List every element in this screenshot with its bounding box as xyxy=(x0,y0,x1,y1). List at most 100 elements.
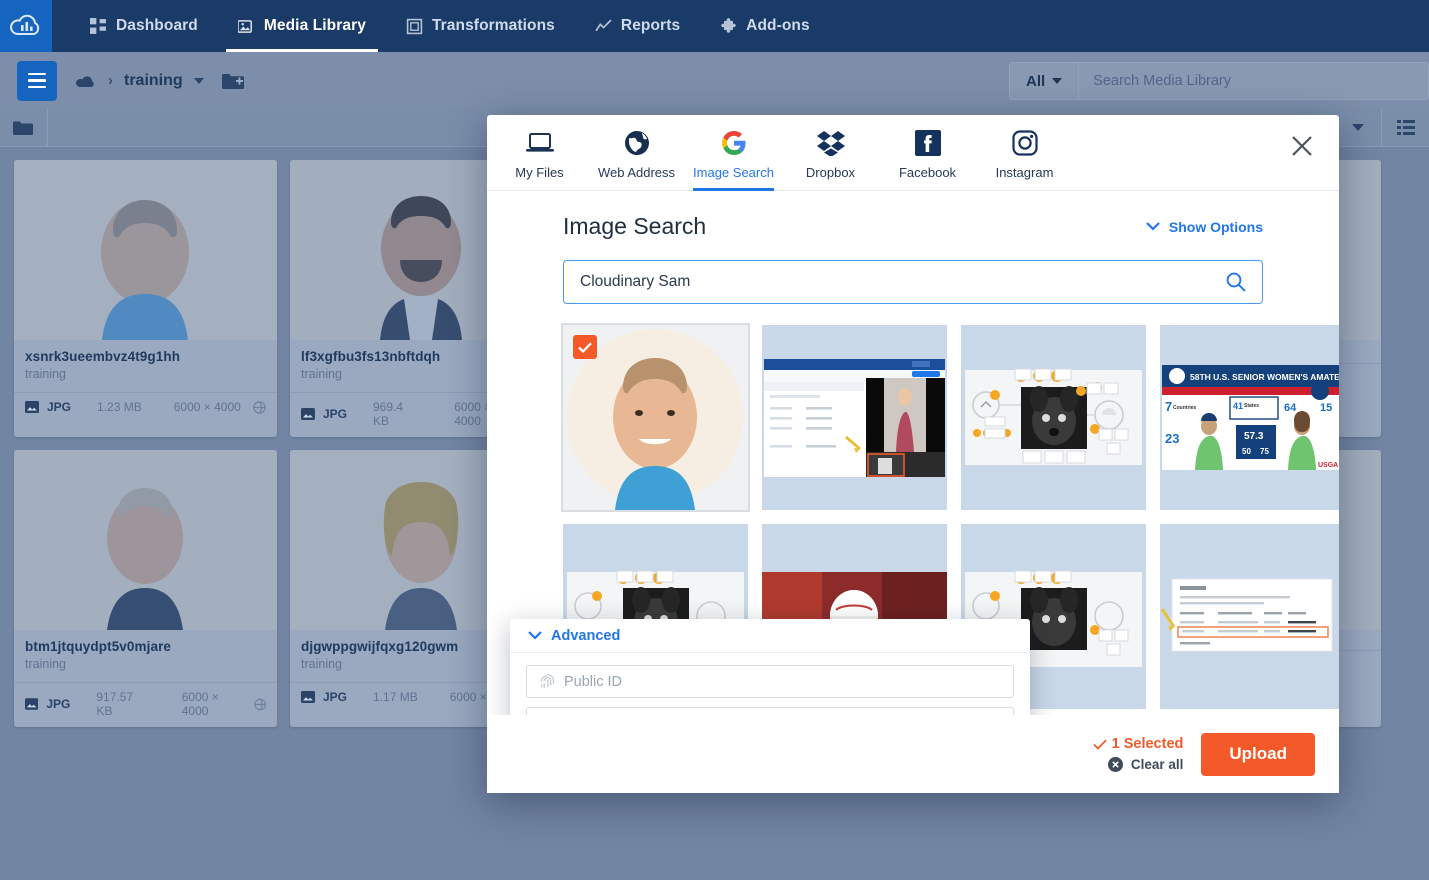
result-document-email xyxy=(1160,524,1339,709)
top-nav-items: Dashboard Media Library Transformations xyxy=(52,0,830,52)
asset-thumbnail xyxy=(14,160,277,340)
globe-icon[interactable] xyxy=(254,698,266,711)
search-scope-label: All xyxy=(1026,73,1045,90)
folder-icon[interactable] xyxy=(13,120,33,136)
tab-image-search[interactable]: Image Search xyxy=(685,129,782,190)
photos-icon xyxy=(238,18,255,35)
asset-title: btm1jtquydpt5v0mjare xyxy=(25,639,266,654)
search-input[interactable] xyxy=(1079,63,1428,99)
search-icon[interactable] xyxy=(1226,272,1246,292)
nav-item-dashboard[interactable]: Dashboard xyxy=(70,0,218,52)
hamburger-icon[interactable] xyxy=(17,61,57,101)
asset-size: 1.23 MB xyxy=(97,400,142,414)
result-diagram-dog xyxy=(961,325,1146,510)
modal-footer: 1 Selected Clear all Upload xyxy=(487,715,1339,793)
tab-web-address[interactable]: Web Address xyxy=(588,129,685,190)
tag-chip[interactable]: faceLabel:Sam Brace ✕ xyxy=(564,715,724,716)
breadcrumb: › training xyxy=(75,72,204,90)
search-result-item[interactable]: 58TH U.S. SENIOR WOMEN'S AMATEUR 7 Count… xyxy=(1160,325,1339,510)
breadcrumb-separator: › xyxy=(108,72,113,89)
advanced-toggle[interactable]: Advanced xyxy=(510,619,1030,653)
image-search-input[interactable] xyxy=(580,273,1226,291)
search-scope-dropdown[interactable]: All xyxy=(1010,63,1079,99)
svg-text:States: States xyxy=(1244,403,1259,409)
sort-dropdown-button[interactable] xyxy=(1335,109,1381,146)
svg-text:57.3: 57.3 xyxy=(1244,431,1264,442)
show-options-toggle[interactable]: Show Options xyxy=(1146,219,1263,235)
globe-icon xyxy=(623,129,651,157)
breadcrumb-folder[interactable]: training xyxy=(124,72,183,90)
nav-item-transformations[interactable]: Transformations xyxy=(386,0,575,52)
svg-text:41: 41 xyxy=(1233,401,1243,411)
nav-item-add-ons[interactable]: Add-ons xyxy=(700,0,830,52)
selected-count-label: 1 Selected xyxy=(1112,736,1184,752)
result-screenshot-media-library xyxy=(762,325,947,510)
image-file-icon xyxy=(25,401,39,413)
advanced-options-panel: Advanced xyxy=(510,619,1030,715)
new-folder-icon[interactable] xyxy=(221,71,245,91)
chevron-down-icon xyxy=(528,631,542,640)
tab-instagram[interactable]: Instagram xyxy=(976,129,1073,190)
asset-thumbnail xyxy=(14,450,277,630)
close-circle-icon xyxy=(1108,757,1123,772)
search-result-item[interactable] xyxy=(762,325,947,510)
asset-format: JPG xyxy=(46,697,70,711)
media-library-search: All xyxy=(1009,62,1429,100)
image-file-icon xyxy=(301,408,315,420)
cloudinary-logo[interactable] xyxy=(0,0,52,52)
tab-label: Web Address xyxy=(598,165,675,180)
tab-label: My Files xyxy=(515,165,563,180)
nav-item-reports[interactable]: Reports xyxy=(575,0,700,52)
asset-size: 969.4 KB xyxy=(373,400,422,428)
list-view-button[interactable] xyxy=(1381,109,1429,146)
image-file-icon xyxy=(25,698,38,710)
clear-all-label: Clear all xyxy=(1131,757,1184,772)
nav-item-label: Add-ons xyxy=(746,17,810,35)
search-result-item[interactable] xyxy=(1160,524,1339,709)
nav-item-label: Transformations xyxy=(432,17,555,35)
close-icon[interactable] xyxy=(1285,129,1319,163)
result-infographic-golf: 58TH U.S. SENIOR WOMEN'S AMATEUR 7 Count… xyxy=(1160,325,1339,510)
panel-header: Image Search Show Options xyxy=(563,213,1263,240)
nav-item-media-library[interactable]: Media Library xyxy=(218,0,386,52)
list-view-icon xyxy=(1397,120,1415,135)
upload-modal: My Files Web Address Imag xyxy=(487,115,1339,793)
top-navigation: Dashboard Media Library Transformations xyxy=(0,0,1429,52)
public-id-input[interactable] xyxy=(564,674,1001,690)
asset-size: 1.17 MB xyxy=(373,690,418,704)
nav-item-label: Dashboard xyxy=(116,17,198,35)
asset-card[interactable]: xsnrk3ueembvz4t9g1hh training JPG 1.23 M… xyxy=(14,160,277,437)
nav-item-label: Media Library xyxy=(264,17,366,35)
search-result-item[interactable] xyxy=(961,325,1146,510)
svg-text:58TH U.S. SENIOR WOMEN'S AMATE: 58TH U.S. SENIOR WOMEN'S AMATEUR xyxy=(1190,372,1339,382)
image-search-box xyxy=(563,260,1263,304)
svg-text:Countries: Countries xyxy=(1173,405,1197,411)
cloud-icon[interactable] xyxy=(75,73,97,88)
public-id-field xyxy=(526,665,1014,698)
laptop-icon xyxy=(526,129,554,157)
chevron-down-icon[interactable] xyxy=(194,78,204,84)
selection-info: 1 Selected Clear all xyxy=(1093,736,1184,772)
asset-title: xsnrk3ueembvz4t9g1hh xyxy=(25,349,266,364)
instagram-icon xyxy=(1012,129,1038,157)
chevron-down-icon xyxy=(1052,78,1062,84)
chevron-down-icon xyxy=(1352,124,1364,131)
globe-icon[interactable] xyxy=(253,401,266,414)
upload-source-tabs: My Files Web Address Imag xyxy=(487,115,1339,191)
advanced-label: Advanced xyxy=(551,628,620,644)
upload-button[interactable]: Upload xyxy=(1201,733,1315,776)
chart-icon xyxy=(595,18,612,35)
svg-text:USGA: USGA xyxy=(1318,462,1338,469)
asset-footer: JPG 1.23 MB 6000 × 4000 xyxy=(14,392,277,423)
tab-label: Instagram xyxy=(996,165,1054,180)
status-badge: 1 Selected xyxy=(1093,736,1184,752)
tab-facebook[interactable]: Facebook xyxy=(879,129,976,190)
google-g-icon xyxy=(721,129,747,157)
svg-text:64: 64 xyxy=(1284,402,1297,414)
search-result-item[interactable] xyxy=(563,325,748,510)
tags-field: faceLabel:Sam Brace ✕ xyxy=(526,707,1014,715)
clear-all-button[interactable]: Clear all xyxy=(1093,757,1184,772)
tab-my-files[interactable]: My Files xyxy=(491,129,588,190)
tab-dropbox[interactable]: Dropbox xyxy=(782,129,879,190)
asset-card[interactable]: btm1jtquydpt5v0mjare training JPG 917.57… xyxy=(14,450,277,727)
